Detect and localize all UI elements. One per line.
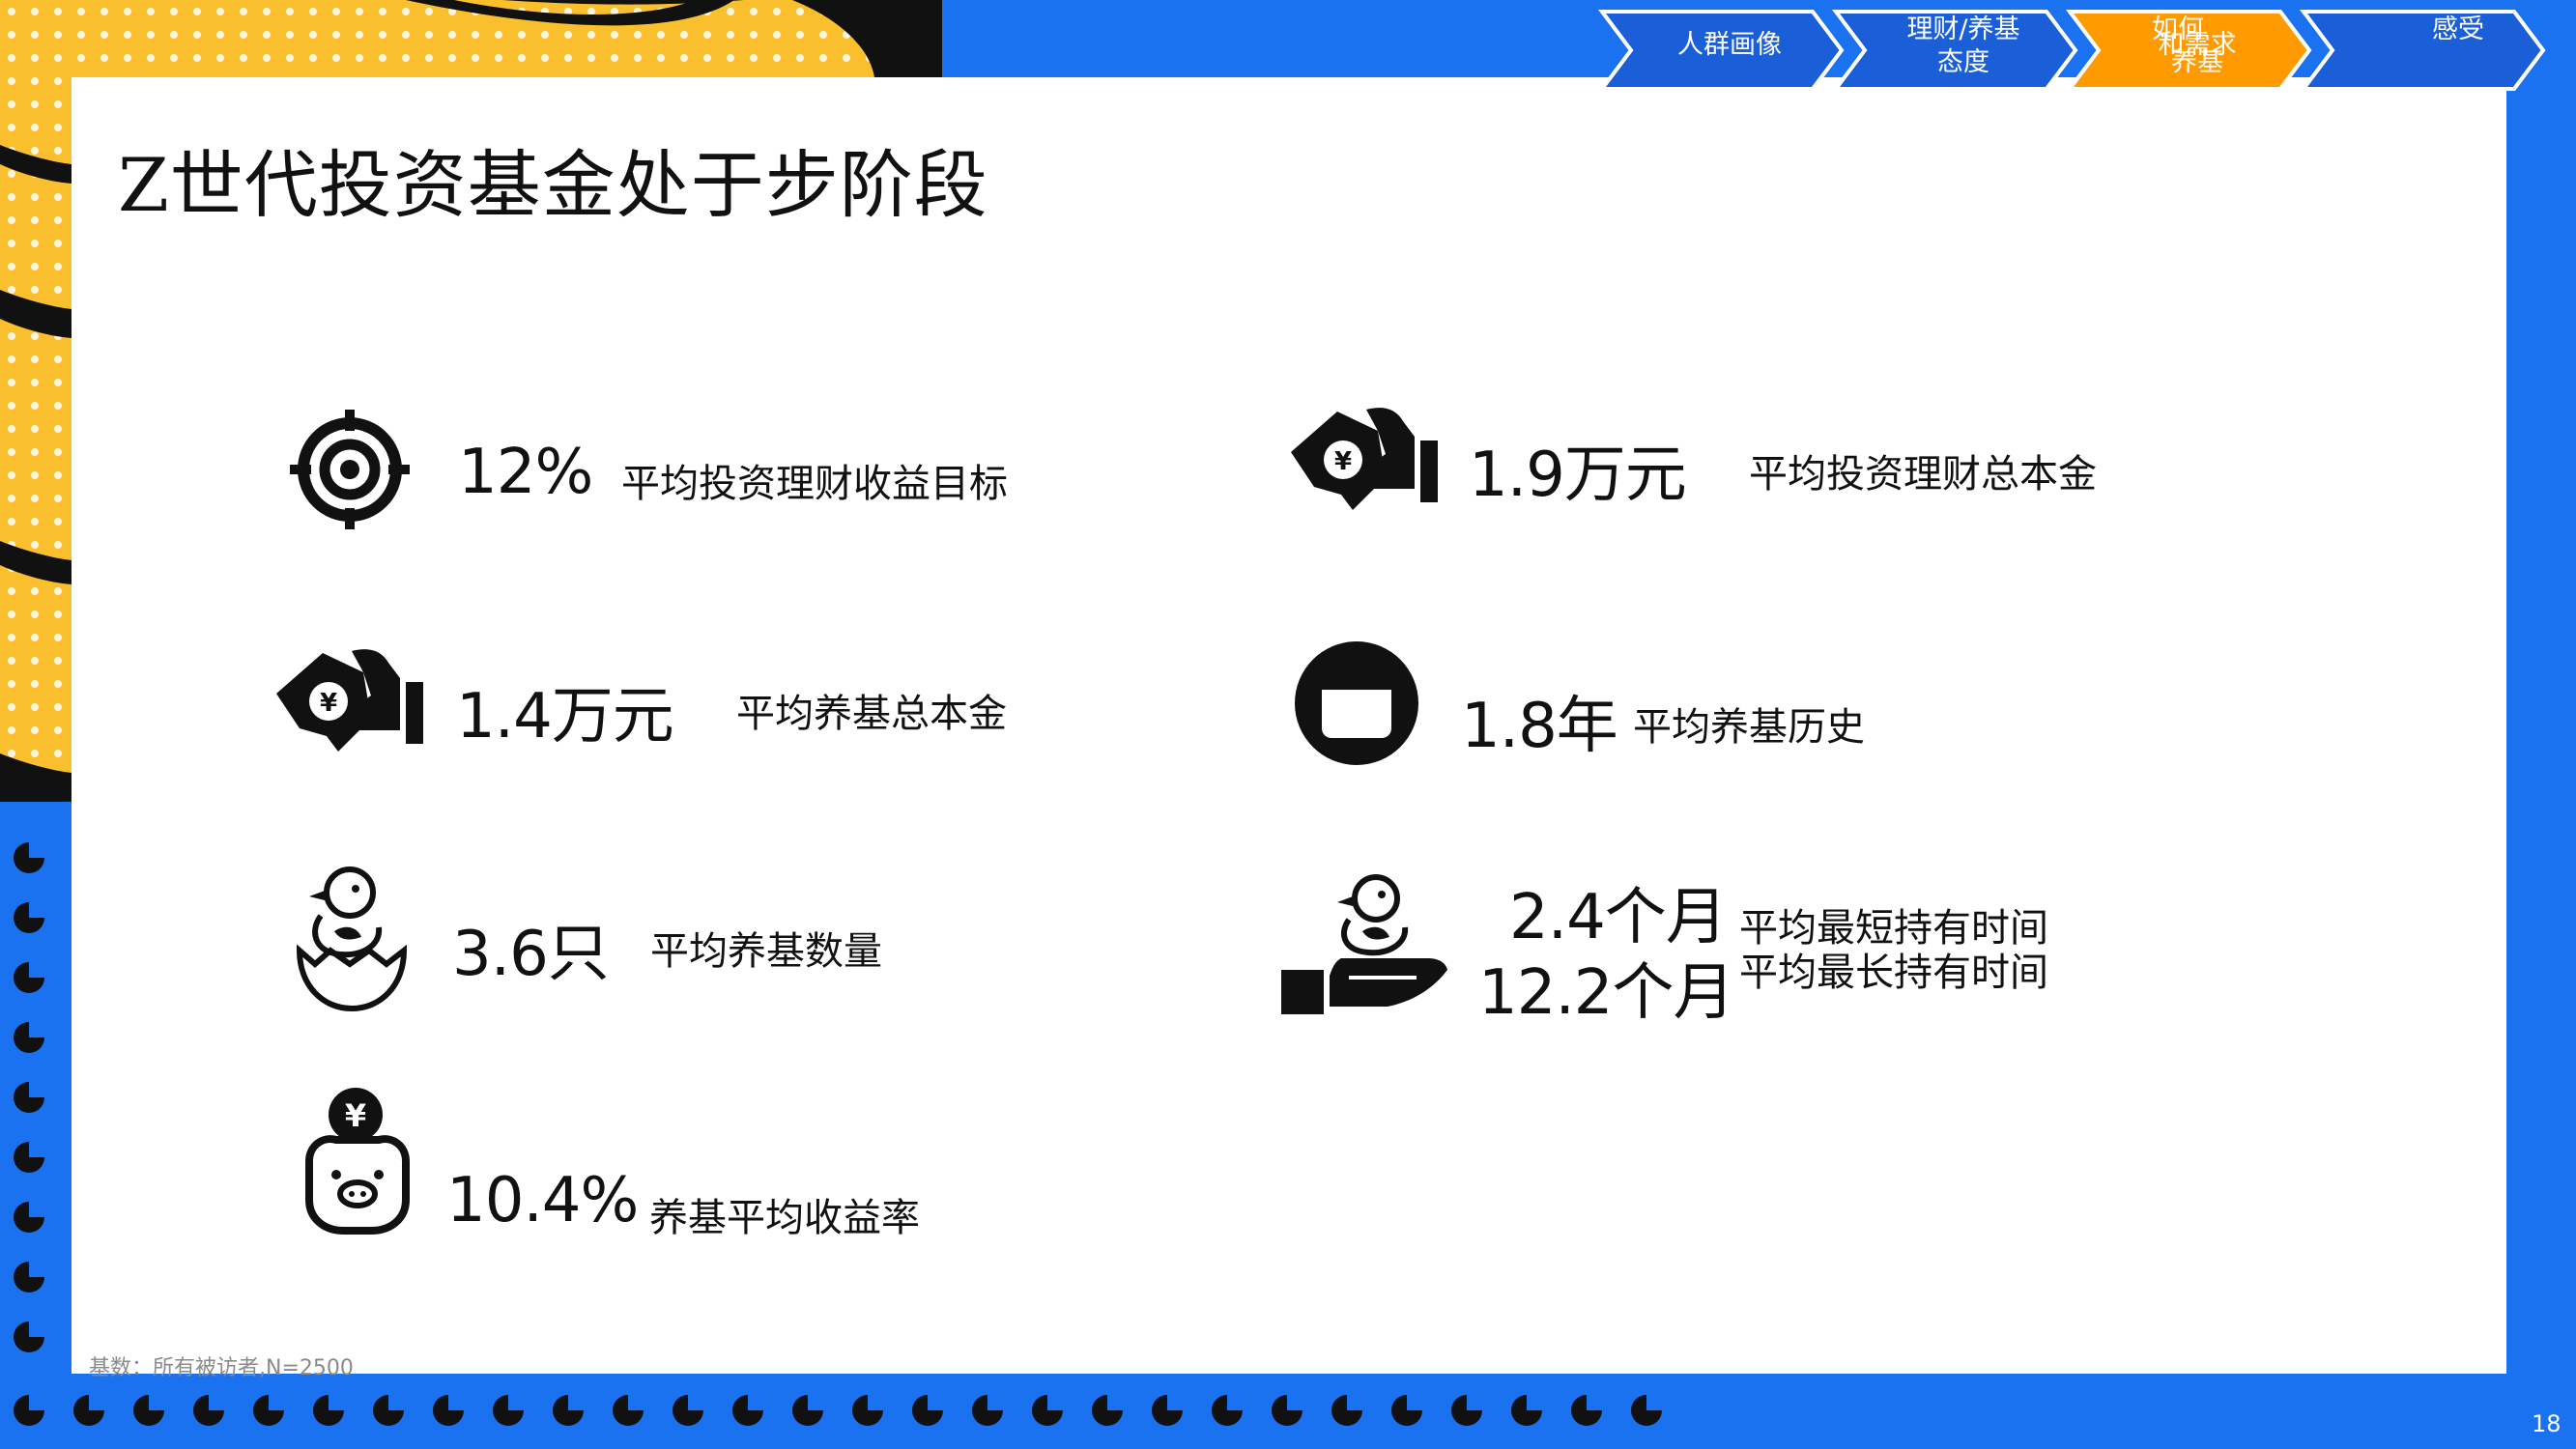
stat-label-investment-target: 平均投资理财收益目标 <box>621 462 1008 506</box>
stat-value-investment-target: 12% <box>458 437 593 508</box>
stat-label-return-rate: 养基平均收益率 <box>649 1196 920 1240</box>
content-panel <box>72 77 2506 1374</box>
decorative-dot <box>1152 1395 1183 1426</box>
stat-value-fund-principal: 1.4万元 <box>456 681 674 753</box>
nav-tab-label-2[interactable]: 理财/养基 态度 <box>1867 14 2060 79</box>
footnote-sample-base: 基数：所有被访者,N=2500 <box>89 1356 354 1380</box>
decorative-dot <box>133 1395 164 1426</box>
decorative-dot <box>1391 1395 1422 1426</box>
decorative-dot <box>673 1395 703 1426</box>
decorative-dot <box>1631 1395 1662 1426</box>
target-icon <box>290 410 410 529</box>
piggy-bank-icon: ¥ <box>305 1088 410 1235</box>
decorative-dot <box>433 1395 464 1426</box>
decorative-dot <box>732 1395 763 1426</box>
nav-tab-label-1[interactable]: 人群画像 <box>1633 29 1826 62</box>
decorative-dot <box>313 1395 344 1426</box>
calendar-icon <box>1295 641 1418 765</box>
page-number: 18 <box>2532 1410 2562 1437</box>
money-hand-icon: ¥ <box>276 649 423 752</box>
stat-value-return-rate: 10.4% <box>446 1165 639 1236</box>
decorative-dot <box>852 1395 883 1426</box>
decorative-dot <box>613 1395 644 1426</box>
stat-value-fund-history: 1.8年 <box>1461 691 1618 762</box>
svg-text:¥: ¥ <box>345 1097 366 1134</box>
decorative-dot <box>1331 1395 1362 1426</box>
svg-text:¥: ¥ <box>320 689 337 718</box>
decorative-dot <box>553 1395 584 1426</box>
nav-tab-label-2-line1: 理财/养基 <box>1906 14 2020 44</box>
decorative-dot <box>1272 1395 1302 1426</box>
decorative-dot <box>253 1395 284 1426</box>
stat-label-fund-count: 平均养基数量 <box>650 929 882 974</box>
decorative-dot <box>972 1395 1003 1426</box>
nav-tab-label-3-overlay: 和需求 <box>2158 30 2237 60</box>
decorative-dot <box>1511 1395 1542 1426</box>
nav-tab-label-2-line2: 态度 <box>1937 47 1989 77</box>
decorative-dot <box>193 1395 224 1426</box>
page-title: Z世代投资基金处于步阶段 <box>118 142 988 228</box>
stat-label-total-principal: 平均投资理财总本金 <box>1749 452 2097 497</box>
chick-hand-icon <box>1281 874 1447 1014</box>
money-hand-icon: ¥ <box>1291 408 1438 510</box>
decorative-dot <box>1571 1395 1602 1426</box>
decorative-dot <box>912 1395 943 1426</box>
decorative-dots-bottom <box>14 1395 1662 1426</box>
decorative-dot <box>14 1395 44 1426</box>
stat-value-total-principal: 1.9万元 <box>1469 440 1687 511</box>
stat-value-fund-count: 3.6只 <box>452 919 610 990</box>
chick-egg-icon <box>296 867 408 1012</box>
stat-label-fund-history: 平均养基历史 <box>1633 705 1865 750</box>
stat-label-fund-principal: 平均养基总本金 <box>736 692 1007 736</box>
svg-text:¥: ¥ <box>1334 447 1352 476</box>
stat-value-longest-holding: 12.2个月 <box>1478 957 1734 1029</box>
decorative-dot <box>1451 1395 1482 1426</box>
decorative-dot <box>73 1395 104 1426</box>
decorative-dot <box>1032 1395 1063 1426</box>
decorative-dot <box>1212 1395 1243 1426</box>
nav-tab-label-4[interactable]: 感受 <box>2361 14 2555 46</box>
nav-tab-label-3[interactable]: 如何 养基 和需求 <box>2101 14 2294 79</box>
decorative-dot <box>373 1395 404 1426</box>
decorative-dot <box>792 1395 823 1426</box>
decorative-dot <box>1092 1395 1123 1426</box>
decorative-dots-left <box>14 842 44 1352</box>
stat-label-longest-holding: 平均最长持有时间 <box>1739 951 2048 995</box>
decorative-dot <box>493 1395 524 1426</box>
